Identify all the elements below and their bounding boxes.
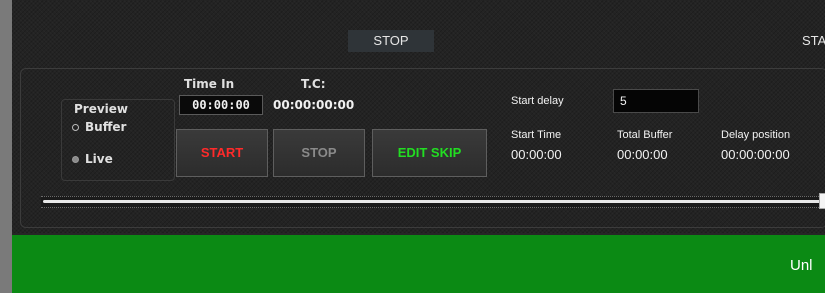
start-delay-input[interactable]: 5 — [613, 89, 699, 113]
status-footer-bar: Unl — [12, 235, 825, 293]
total-buffer-value: 00:00:00 — [617, 147, 668, 162]
left-edge-border — [0, 0, 12, 293]
start-delay-label: Start delay — [511, 95, 564, 107]
delay-control-box: Preview Buffer Live Time In 00:00:00 T.C… — [20, 68, 825, 228]
delay-position-value: 00:00:00:00 — [721, 147, 790, 162]
radio-live[interactable]: Live — [72, 152, 113, 166]
edit-skip-button[interactable]: EDIT SKIP — [372, 129, 487, 177]
delay-position-label: Delay position — [721, 129, 791, 141]
total-buffer-label: Total Buffer — [617, 129, 673, 141]
control-panel: STOP STA Preview Buffer Live Time In 00:… — [12, 0, 825, 233]
position-slider-thumb[interactable] — [819, 193, 825, 209]
start-time-label: Start Time — [511, 129, 562, 141]
stop-button[interactable]: STOP — [273, 129, 365, 177]
status-bar: STOP STA — [12, 0, 825, 62]
radio-buffer[interactable]: Buffer — [72, 120, 126, 134]
start-status-button[interactable]: STA — [802, 30, 825, 52]
preview-group: Preview Buffer Live — [61, 99, 175, 181]
start-time-value: 00:00:00 — [511, 147, 562, 162]
preview-title: Preview — [74, 102, 129, 116]
radio-live-label: Live — [85, 152, 113, 166]
stop-status-button[interactable]: STOP — [348, 30, 434, 52]
position-slider-line — [43, 200, 821, 203]
time-in-field[interactable]: 00:00:00 — [179, 95, 263, 115]
radio-live-icon[interactable] — [72, 155, 79, 163]
radio-buffer-icon[interactable] — [72, 123, 79, 131]
tc-value: 00:00:00:00 — [273, 98, 355, 112]
tc-label: T.C: — [301, 77, 326, 91]
radio-buffer-label: Buffer — [85, 120, 127, 134]
footer-status-text: Unl — [790, 257, 813, 274]
time-in-label: Time In — [184, 77, 235, 91]
start-button[interactable]: START — [176, 129, 268, 177]
app-window: STOP STA Preview Buffer Live Time In 00:… — [0, 0, 825, 293]
